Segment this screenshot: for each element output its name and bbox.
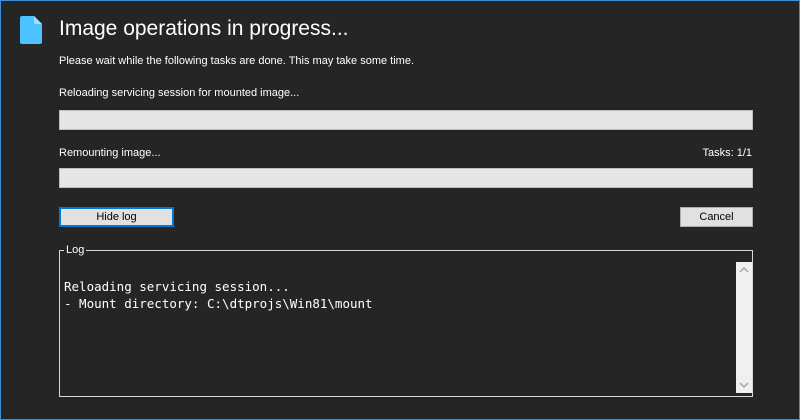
- document-icon: [20, 16, 42, 44]
- current-task-label: Reloading servicing session for mounted …: [59, 87, 300, 99]
- overall-task-progress-bar: [59, 168, 753, 188]
- chevron-down-icon[interactable]: [736, 377, 752, 393]
- log-text: Reloading servicing session... - Mount d…: [64, 279, 373, 311]
- page-title: Image operations in progress...: [59, 17, 349, 40]
- page-subtitle: Please wait while the following tasks ar…: [59, 55, 415, 67]
- tasks-counter: Tasks: 1/1: [702, 147, 752, 159]
- log-group-legend: Log: [64, 243, 87, 257]
- log-textbox[interactable]: Reloading servicing session... - Mount d…: [59, 262, 736, 393]
- overall-task-label: Remounting image...: [59, 147, 161, 159]
- hide-log-button[interactable]: Hide log: [59, 207, 174, 227]
- log-scrollbar[interactable]: [736, 262, 752, 393]
- current-task-progress-bar: [59, 110, 753, 130]
- chevron-up-icon[interactable]: [736, 262, 752, 278]
- cancel-button[interactable]: Cancel: [680, 207, 753, 227]
- progress-window: Image operations in progress... Please w…: [0, 0, 800, 420]
